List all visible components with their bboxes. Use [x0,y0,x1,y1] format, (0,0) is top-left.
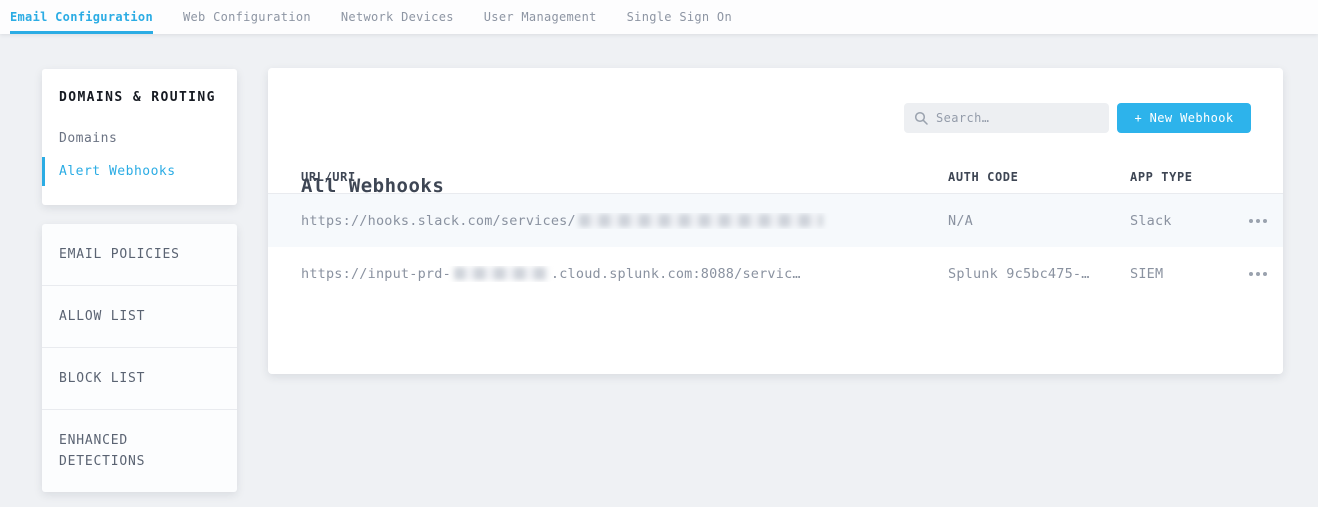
column-header-auth-code: AUTH CODE [948,170,1130,184]
table-header-row: URL/URI AUTH CODE APP TYPE [268,160,1283,194]
app-type-cell: SIEM [1130,266,1206,282]
webhooks-panel: All Webhooks + New Webhook URL/URI AUTH … [268,68,1283,374]
webhook-url-cell: https://hooks.slack.com/services/ [301,213,948,229]
table-row: https://input-prd- .cloud.splunk.com:808… [268,247,1283,300]
sidebar-section-header: DOMAINS & ROUTING [59,90,220,105]
sidebar-item-enhanced-detections[interactable]: ENHANCED DETECTIONS [42,409,237,492]
new-webhook-button[interactable]: + New Webhook [1117,103,1251,133]
webhook-url-text: https://hooks.slack.com/services/ [301,213,576,229]
top-nav: Email Configuration Web Configuration Ne… [0,0,1318,34]
row-actions-menu-button[interactable] [1206,219,1283,223]
ellipsis-icon [1249,219,1253,223]
sidebar-item-block-list[interactable]: BLOCK LIST [42,347,237,409]
sidebar-item-alert-webhooks[interactable]: Alert Webhooks [42,157,237,186]
search-icon [914,111,928,125]
webhook-search [904,103,1109,133]
sidebar-policies-card: EMAIL POLICIES ALLOW LIST BLOCK LIST ENH… [42,224,237,492]
table-row: https://hooks.slack.com/services/ N/A Sl… [268,194,1283,247]
auth-code-cell: Splunk 9c5bc475-… [948,266,1130,282]
redacted-url-segment [454,267,548,280]
webhook-url-text: .cloud.splunk.com:8088/servic… [551,266,801,282]
row-actions-menu-button[interactable] [1206,272,1283,276]
sidebar-domains-routing-card: DOMAINS & ROUTING Domains Alert Webhooks [42,69,237,205]
sidebar-item-email-policies[interactable]: EMAIL POLICIES [42,224,237,285]
sidebar-item-domains[interactable]: Domains [42,124,237,153]
tab-user-management[interactable]: User Management [484,0,597,34]
tab-web-configuration[interactable]: Web Configuration [183,0,311,34]
redacted-url-segment [579,214,823,227]
sidebar-item-allow-list[interactable]: ALLOW LIST [42,285,237,347]
tab-email-configuration[interactable]: Email Configuration [10,0,153,34]
auth-code-cell: N/A [948,213,1130,229]
column-header-app-type: APP TYPE [1130,170,1206,184]
email-configuration-page: Email Configuration Web Configuration Ne… [0,0,1318,507]
tab-network-devices[interactable]: Network Devices [341,0,454,34]
tab-single-sign-on[interactable]: Single Sign On [627,0,732,34]
app-type-cell: Slack [1130,213,1206,229]
webhook-url-text: https://input-prd- [301,266,451,282]
column-header-url: URL/URI [301,170,948,184]
ellipsis-icon [1249,272,1253,276]
webhooks-table: URL/URI AUTH CODE APP TYPE https://hooks… [268,160,1283,300]
webhook-url-cell: https://input-prd- .cloud.splunk.com:808… [301,266,948,282]
search-input[interactable] [936,111,1099,125]
